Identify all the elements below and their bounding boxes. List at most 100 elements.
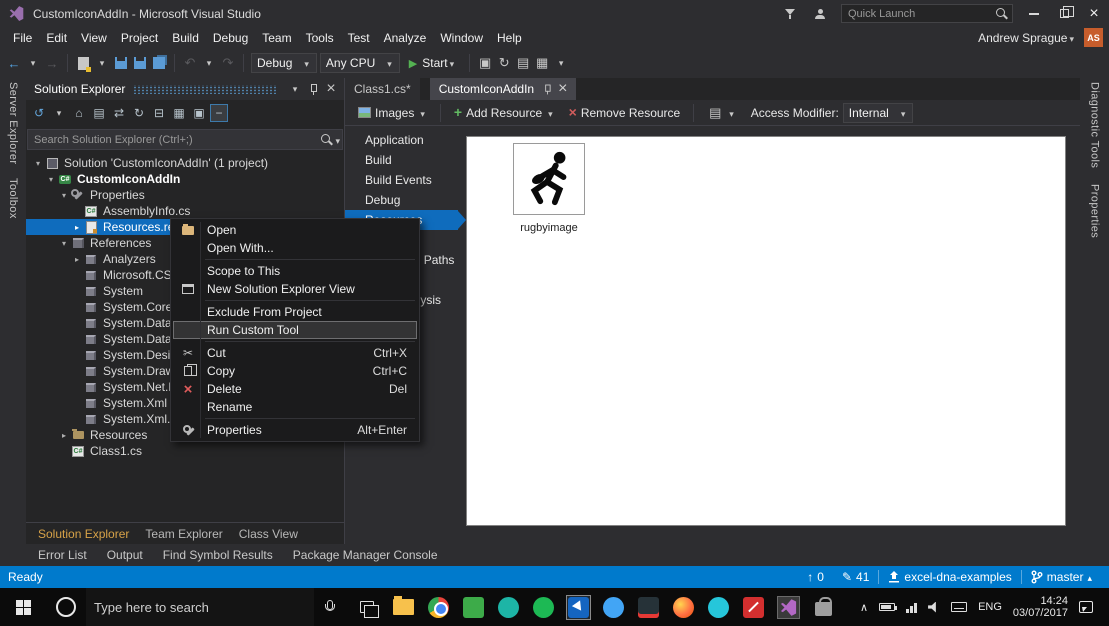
taskbar-app-icon[interactable] [462,596,485,619]
tree-item-properties[interactable]: Properties [26,187,344,203]
menu-item-exclude-from-project[interactable]: Exclude From Project [173,303,417,321]
menu-item-new-solution-explorer-view[interactable]: New Solution Explorer View [173,280,417,298]
tab-output[interactable]: Output [97,548,153,562]
tree-item-project[interactable]: CustomIconAddIn [26,171,344,187]
toolbar-icon[interactable] [496,54,512,72]
expander-icon[interactable] [71,255,83,264]
volume-icon[interactable] [928,602,940,613]
toolbox-vertical-tab[interactable]: Toolbox [7,178,19,219]
solution-configuration-dropdown[interactable]: Debug [251,53,317,73]
restore-button[interactable] [1049,0,1079,27]
tab-class-view[interactable]: Class View [231,527,306,541]
add-resource-button[interactable]: Add Resource [449,105,560,120]
solution-platform-dropdown[interactable]: Any CPU [320,53,400,73]
menu-view[interactable]: View [74,29,114,47]
taskbar-app-icon[interactable] [742,596,765,619]
refresh-icon[interactable] [130,104,148,122]
back-icon[interactable] [30,104,48,122]
sync-with-active-document-icon[interactable] [110,104,128,122]
collapse-all-icon[interactable] [150,104,168,122]
chrome-icon[interactable] [427,596,450,619]
switch-views-icon[interactable] [90,104,108,122]
pin-icon[interactable] [304,83,322,96]
menu-item-open-with[interactable]: Open With... [173,239,417,257]
toolbar-icon[interactable] [515,54,531,72]
expander-icon[interactable] [71,223,83,232]
navigate-back-dropdown-icon[interactable] [25,54,41,72]
expander-icon[interactable] [45,175,57,184]
tab-package-manager-console[interactable]: Package Manager Console [283,548,448,562]
menu-item-scope-to-this[interactable]: Scope to This [173,262,417,280]
menu-analyze[interactable]: Analyze [377,29,434,47]
search-icon[interactable] [995,7,1008,20]
uncommitted-edits[interactable]: 41 [833,566,878,588]
menu-item-rename[interactable]: Rename [173,398,417,416]
menu-edit[interactable]: Edit [39,29,74,47]
redo-button[interactable] [220,54,236,72]
tree-item-file[interactable]: Class1.cs [26,443,344,459]
taskbar-app-icon[interactable] [497,596,520,619]
spotify-icon[interactable] [532,596,555,619]
pin-icon[interactable] [543,83,552,95]
expander-icon[interactable] [58,191,70,200]
expander-icon[interactable] [58,431,70,440]
properties-vertical-tab[interactable]: Properties [1089,184,1101,238]
menu-item-run-custom-tool[interactable]: Run Custom Tool [173,321,417,339]
nav-build[interactable]: Build [345,150,458,170]
close-icon[interactable] [322,81,340,97]
navigate-back-button[interactable] [6,54,22,72]
images-category-dropdown[interactable]: Images [353,106,432,120]
new-file-button[interactable] [75,54,91,72]
taskbar-app-icon[interactable] [707,596,730,619]
home-icon[interactable] [70,104,88,122]
menu-item-properties[interactable]: PropertiesAlt+Enter [173,421,417,439]
toolbar-icon[interactable] [534,54,550,72]
preview-selected-items-icon[interactable] [210,104,228,122]
view-style-dropdown[interactable] [702,104,741,122]
menu-project[interactable]: Project [114,29,165,47]
menu-window[interactable]: Window [433,29,490,47]
window-position-icon[interactable] [286,84,304,95]
nav-application[interactable]: Application [345,130,458,150]
feedback-icon[interactable] [779,6,801,22]
firefox-icon[interactable] [672,596,695,619]
menu-debug[interactable]: Debug [206,29,255,47]
menu-team[interactable]: Team [255,29,298,47]
menu-test[interactable]: Test [341,29,377,47]
save-button[interactable] [132,54,148,72]
menu-help[interactable]: Help [490,29,529,47]
action-center-icon[interactable] [1079,601,1093,613]
visual-studio-icon[interactable] [777,596,800,619]
avatar[interactable]: AS [1084,28,1103,47]
menu-item-copy[interactable]: CopyCtrl+C [173,362,417,380]
microsoft-store-icon[interactable] [812,596,835,619]
menu-file[interactable]: File [6,29,39,47]
microphone-icon[interactable] [324,600,334,614]
menu-item-open[interactable]: Open [173,221,417,239]
tab-find-symbol-results[interactable]: Find Symbol Results [153,548,283,562]
menu-tools[interactable]: Tools [299,29,341,47]
search-icon[interactable] [320,133,333,146]
resource-tile[interactable]: rugbyimage [503,143,595,234]
sign-in-icon[interactable] [809,6,831,22]
save-all-button[interactable] [151,54,167,72]
tree-item-file[interactable]: AssemblyInfo.cs [26,203,344,219]
tab-team-explorer[interactable]: Team Explorer [137,527,230,541]
task-view-icon[interactable] [360,601,374,613]
tree-item-solution[interactable]: Solution 'CustomIconAddIn' (1 project) [26,155,344,171]
solution-explorer-search-input[interactable] [28,134,320,146]
show-all-files-icon[interactable] [170,104,188,122]
toolbar-icon[interactable] [477,54,493,72]
nav-build-events[interactable]: Build Events [345,170,458,190]
clock[interactable]: 14:2403/07/2017 [1013,595,1068,619]
undo-dropdown-icon[interactable] [201,54,217,72]
taskbar-app-icon[interactable] [567,596,590,619]
chevron-down-icon[interactable] [50,104,68,122]
expander-icon[interactable] [32,159,44,168]
battery-icon[interactable] [879,603,895,611]
network-icon[interactable] [906,602,917,613]
diagnostic-tools-vertical-tab[interactable]: Diagnostic Tools [1089,82,1101,168]
branch-picker[interactable]: master [1022,566,1101,588]
menu-item-cut[interactable]: CutCtrl+X [173,344,417,362]
expander-icon[interactable] [58,239,70,248]
